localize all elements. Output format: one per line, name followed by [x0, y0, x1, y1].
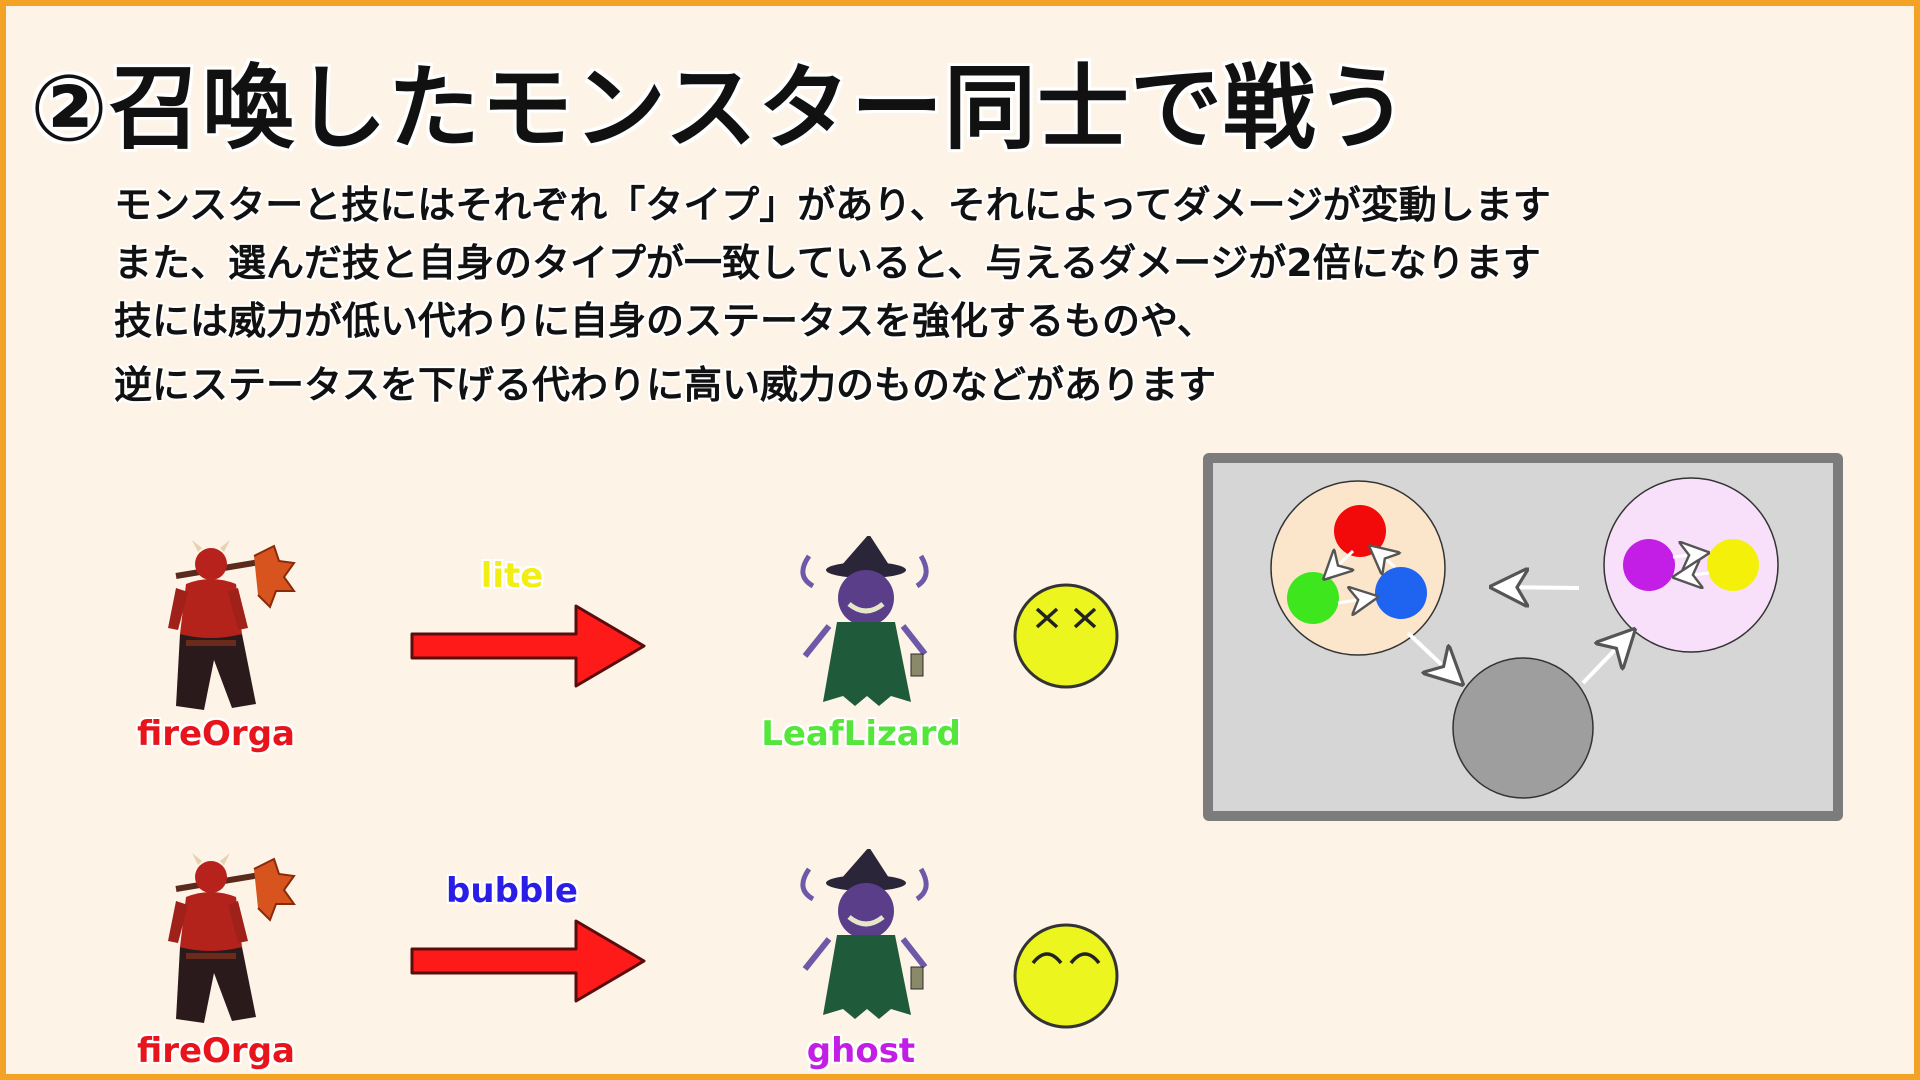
type-chart-diagram	[1203, 453, 1843, 821]
description-line: 技には威力が低い代わりに自身のステータスを強化するものや、	[114, 299, 1215, 343]
green-type-circle	[1287, 572, 1339, 624]
defender-name: ghost	[806, 1031, 916, 1071]
description: モンスターと技にはそれぞれ「タイプ」があり、それによってダメージが変動します ま…	[114, 176, 1551, 414]
knocked-out-face-icon	[1013, 583, 1119, 689]
smiling-face-icon	[1013, 923, 1119, 1029]
attack-arrow-icon	[410, 919, 646, 1003]
defender-name: LeafLizard	[761, 714, 961, 754]
blue-type-circle	[1375, 567, 1427, 619]
type-chart-svg	[1270, 477, 1779, 799]
neutral-type-circle	[1452, 657, 1594, 799]
description-line: また、選んだ技と自身のタイプが一致していると、与えるダメージが2倍になります	[114, 241, 1541, 285]
attacker-name: fireOrga	[137, 1031, 295, 1071]
slide: ②召喚したモンスター同士で戦う モンスターと技にはそれぞれ「タイプ」があり、それ…	[0, 0, 1920, 1080]
description-line: 逆にステータスを下げる代わりに高い威力のものなどがあります	[114, 363, 1217, 407]
attack-arrow-icon	[410, 604, 646, 688]
fire-orga-sprite	[168, 540, 296, 710]
fire-orga-sprite	[168, 853, 296, 1023]
battle-row-1: fireOrga lite LeafLizard	[6, 526, 1166, 776]
pumpkin-monster-sprite	[800, 536, 929, 706]
pumpkin-monster-sprite	[800, 849, 929, 1019]
page-title: ②召喚したモンスター同士で戦う	[30, 55, 1410, 162]
move-name: lite	[480, 556, 544, 596]
attacker-name: fireOrga	[137, 714, 295, 754]
red-type-circle	[1334, 505, 1386, 557]
purple-type-circle	[1623, 539, 1675, 591]
yellow-type-circle	[1707, 539, 1759, 591]
battle-row-2: fireOrga bubble ghost	[6, 841, 1166, 1074]
description-line: モンスターと技にはそれぞれ「タイプ」があり、それによってダメージが変動します	[114, 183, 1551, 227]
move-name: bubble	[446, 871, 578, 911]
